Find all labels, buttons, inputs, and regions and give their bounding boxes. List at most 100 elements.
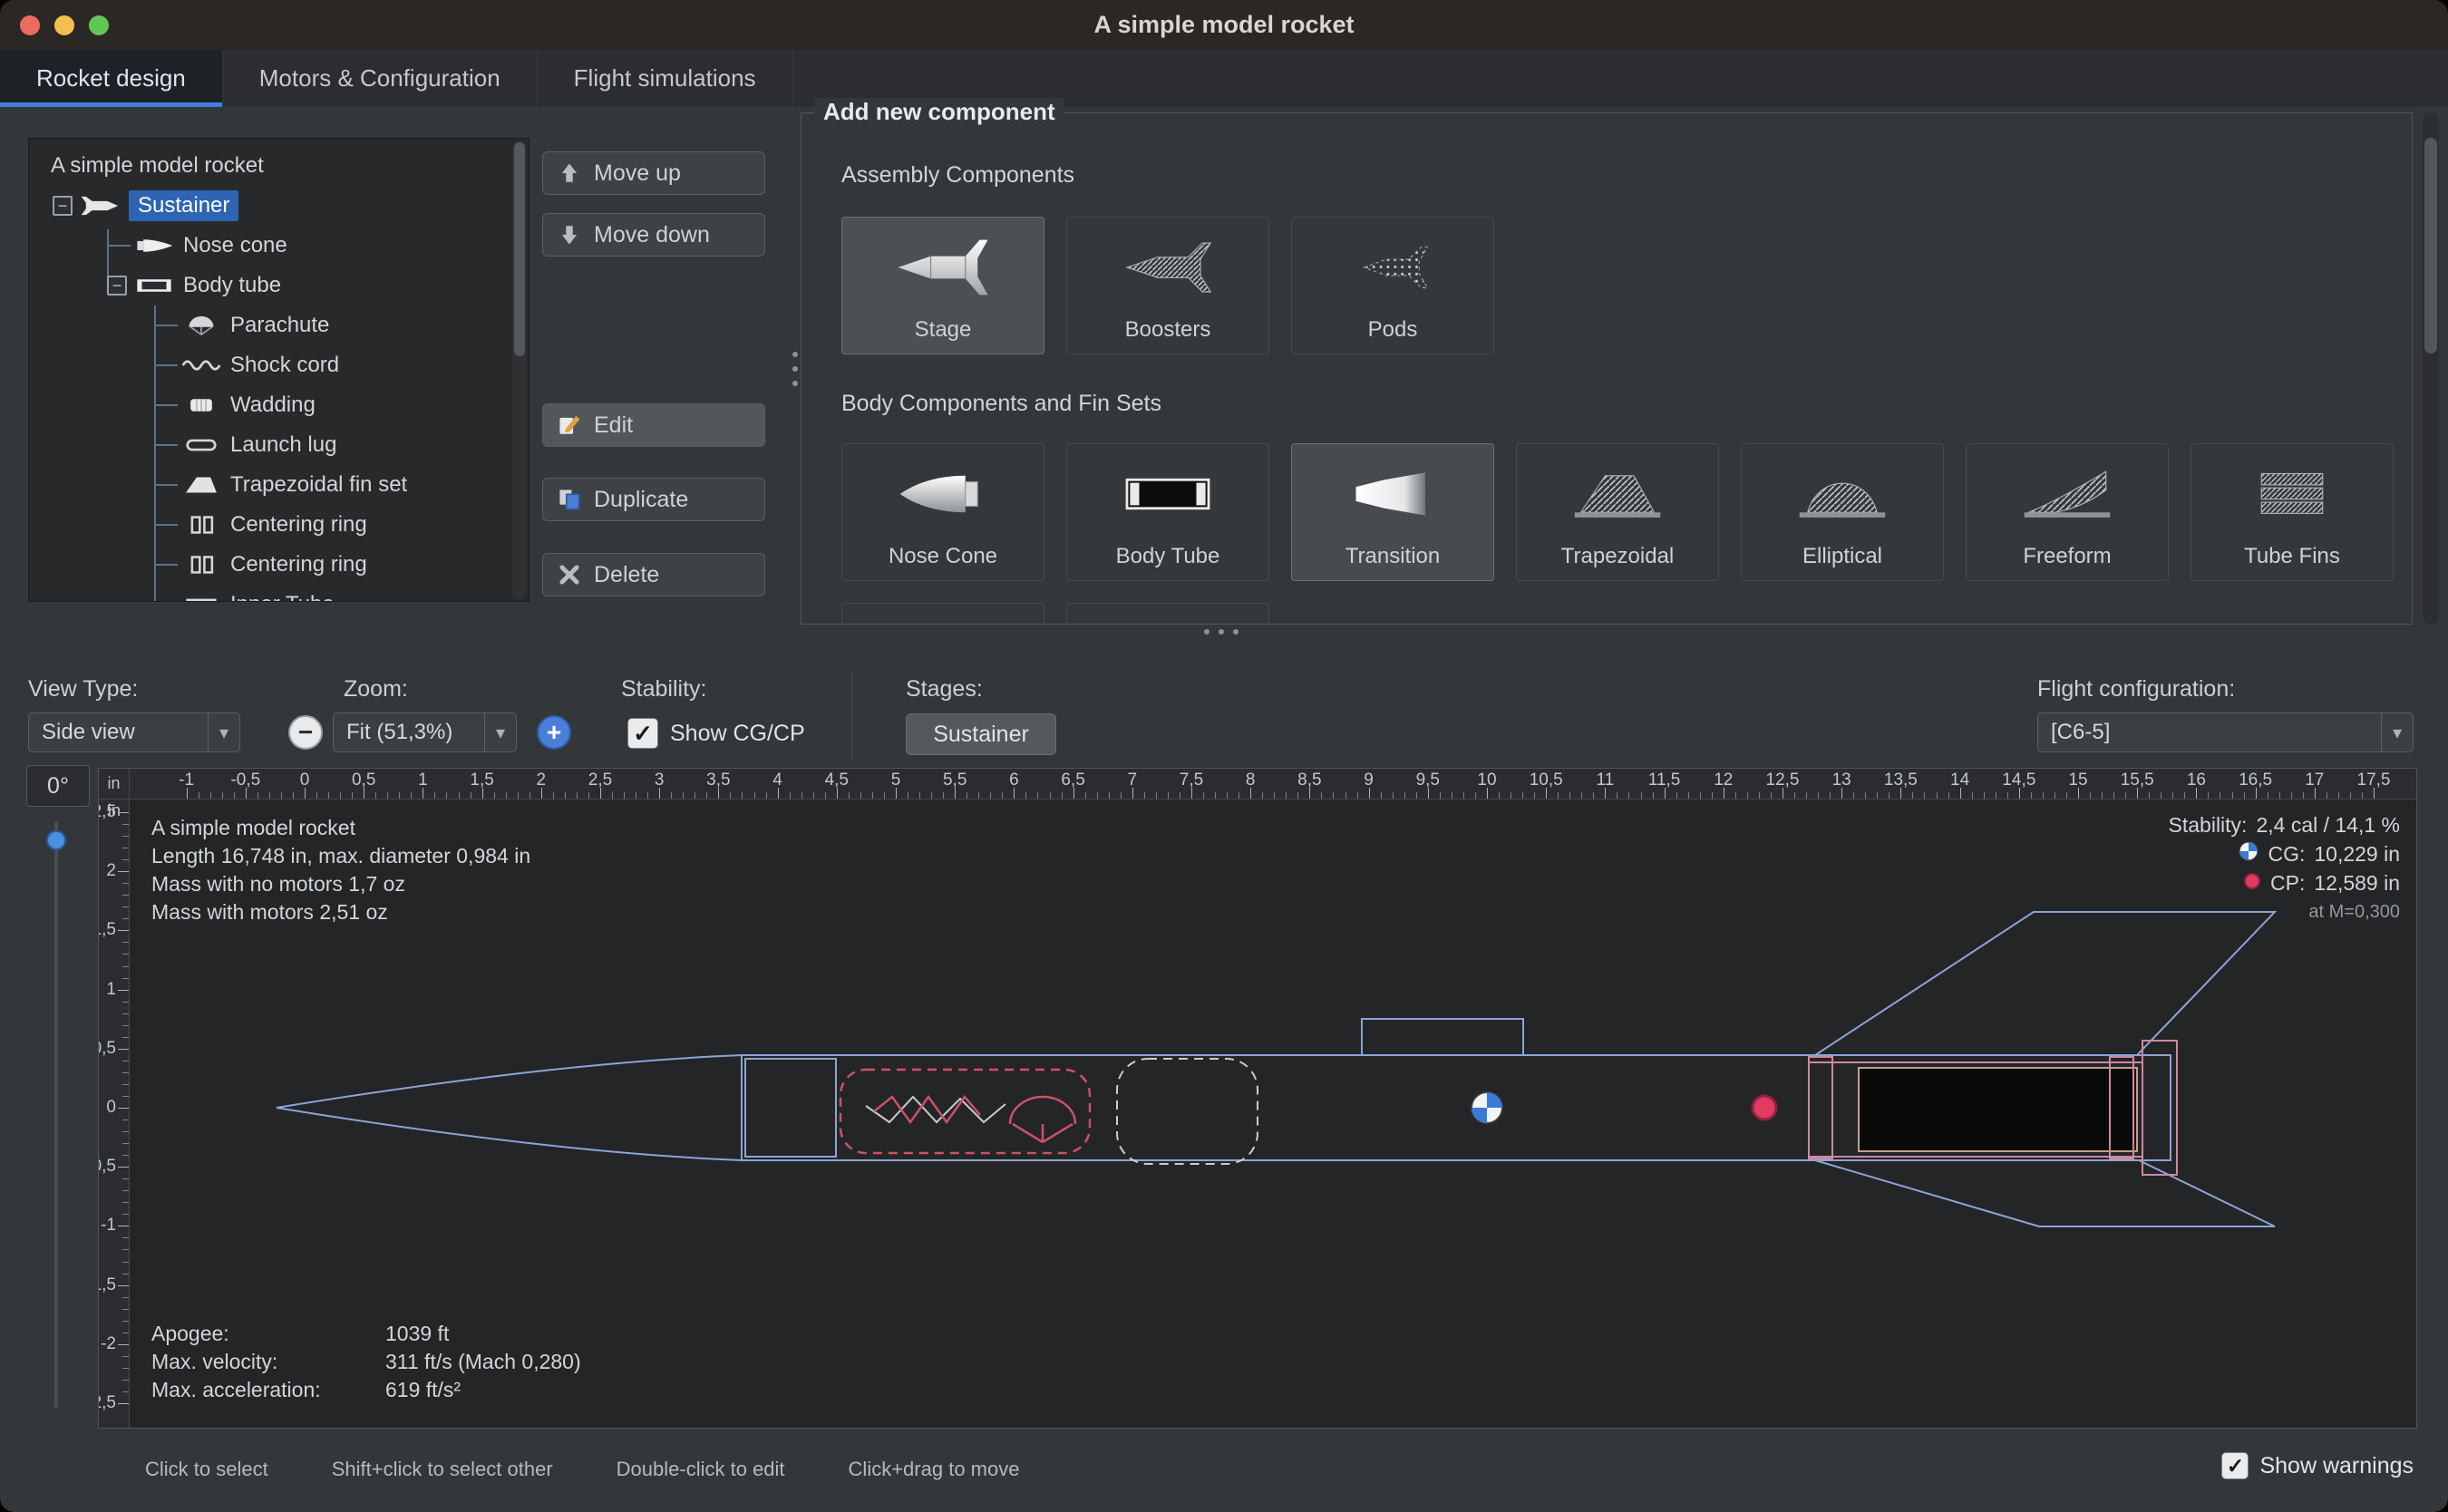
tree-item-sustainer[interactable]: Sustainer [29, 186, 529, 226]
shock-cord-icon [181, 354, 221, 376]
cg-label: CG: [2268, 839, 2305, 868]
button-label: Edit [594, 412, 633, 439]
component-tile-partial[interactable] [1066, 603, 1269, 624]
close-window-button[interactable] [20, 15, 40, 35]
tile-label: Pods [1368, 317, 1418, 343]
traffic-lights [20, 0, 109, 50]
show-cg-cp-checkbox[interactable] [627, 718, 658, 749]
horizontal-splitter-grip[interactable] [1204, 629, 1239, 635]
launch-lug-icon [181, 434, 221, 456]
move-up-button[interactable]: Move up [542, 151, 765, 195]
inner-tube-icon [181, 594, 221, 602]
tree-connector [107, 245, 131, 247]
tree-item-wadding[interactable]: Wadding [29, 385, 529, 425]
component-tile-transition[interactable]: Transition [1291, 443, 1494, 581]
component-tile-tube-fins[interactable]: Tube Fins [2191, 443, 2394, 581]
tree-scrollbar-thumb[interactable] [514, 142, 525, 356]
select-value: Side view [42, 720, 197, 745]
rotation-slider-track[interactable] [54, 821, 58, 1409]
app-window: A simple model rocket Rocket design Moto… [0, 0, 2448, 1512]
tree-item-launch-lug[interactable]: Launch lug [29, 425, 529, 465]
component-tile-elliptical[interactable]: Elliptical [1741, 443, 1944, 581]
tile-label: Body Tube [1116, 544, 1220, 569]
zoom-label: Zoom: [344, 676, 408, 703]
show-cg-cp-label: Show CG/CP [670, 721, 805, 747]
collapse-handle-icon[interactable] [53, 196, 73, 216]
hint-double-click: Double-click to edit [617, 1458, 785, 1481]
ruler-unit-corner: in [99, 769, 130, 800]
freeform-fin-icon [1967, 444, 2168, 544]
show-warnings-checkbox[interactable] [2221, 1452, 2249, 1479]
tree-item-trapezoidal-fin-set[interactable]: Trapezoidal fin set [29, 465, 529, 505]
rocket-info-block: A simple model rocket Length 16,748 in, … [151, 814, 530, 926]
component-tile-trapezoidal[interactable]: Trapezoidal [1516, 443, 1719, 581]
chevron-down-icon: ▾ [484, 713, 516, 751]
panel-scrollbar-thumb[interactable] [2424, 138, 2437, 354]
tree-connector [154, 484, 178, 486]
collapse-handle-icon[interactable] [107, 276, 127, 296]
view-type-select[interactable]: Side view ▾ [28, 712, 240, 752]
tile-label: Boosters [1125, 317, 1211, 343]
rocket-mass-motors: Mass with motors 2,51 oz [151, 898, 530, 926]
tree-item-nose-cone[interactable]: Nose cone [29, 226, 529, 266]
add-component-body: Assembly Components Stage Boosters [801, 113, 2412, 624]
tree-item-label: A simple model rocket [51, 153, 264, 179]
cg-value: 10,229 in [2314, 839, 2400, 868]
tree-item-label: Body tube [183, 273, 281, 298]
tree-item-rocket-root[interactable]: A simple model rocket [29, 146, 529, 186]
apogee-value: 1039 ft [385, 1322, 449, 1345]
panel-scrollbar[interactable] [2423, 112, 2439, 625]
stability-label: Stability: [621, 676, 706, 703]
add-component-panel: Add new component Assembly Components St… [801, 112, 2413, 625]
zoom-select[interactable]: Fit (51,3%) ▾ [333, 712, 517, 752]
window-title: A simple model rocket [1093, 11, 1354, 39]
component-tile-freeform[interactable]: Freeform [1966, 443, 2169, 581]
max-velocity-value: 311 ft/s (Mach 0,280) [385, 1350, 581, 1373]
zoom-in-button[interactable]: + [537, 715, 571, 750]
fullscreen-window-button[interactable] [89, 15, 109, 35]
tree-item-centering-ring-2[interactable]: Centering ring [29, 545, 529, 585]
component-tile-stage[interactable]: Stage [841, 217, 1044, 354]
wadding-icon [181, 394, 221, 416]
tile-label: Stage [915, 317, 972, 343]
cp-marker [1753, 1096, 1776, 1119]
tab-bar: Rocket design Motors & Configuration Fli… [0, 50, 2448, 107]
rocket-view-canvas[interactable]: -1-0,500,511,522,533,544,555,566,577,588… [98, 768, 2417, 1429]
chevron-down-icon: ▾ [2381, 713, 2413, 751]
tree-item-body-tube[interactable]: Body tube [29, 266, 529, 305]
button-label: Duplicate [594, 487, 688, 513]
component-tile-body-tube[interactable]: Body Tube [1066, 443, 1269, 581]
tree-scrollbar[interactable] [512, 141, 527, 599]
tab-flight-simulations[interactable]: Flight simulations [538, 50, 793, 107]
tree-item-label: Wadding [230, 393, 316, 418]
body-tube-icon [134, 275, 174, 296]
tube-fins-icon [2191, 444, 2393, 544]
move-down-button[interactable]: Move down [542, 213, 765, 257]
minimize-window-button[interactable] [54, 15, 74, 35]
duplicate-button[interactable]: Duplicate [542, 478, 765, 521]
stage-toggle-sustainer[interactable]: Sustainer [906, 713, 1056, 755]
flight-configuration-select[interactable]: [C6-5] ▾ [2037, 712, 2414, 752]
component-tile-pods[interactable]: Pods [1291, 217, 1494, 354]
transition-shape-icon [1292, 444, 1493, 544]
boosters-rocket-icon [1067, 218, 1268, 317]
component-tile-boosters[interactable]: Boosters [1066, 217, 1269, 354]
tab-rocket-design[interactable]: Rocket design [0, 50, 223, 107]
pods-rocket-icon [1292, 218, 1493, 317]
tree-item-shock-cord[interactable]: Shock cord [29, 345, 529, 385]
tree-item-centering-ring-1[interactable]: Centering ring [29, 505, 529, 545]
tab-motors-configuration[interactable]: Motors & Configuration [223, 50, 538, 107]
motor [1859, 1068, 2137, 1151]
delete-button[interactable]: Delete [542, 553, 765, 596]
tree-item-parachute[interactable]: Parachute [29, 305, 529, 345]
rocket-mass-empty: Mass with no motors 1,7 oz [151, 870, 530, 898]
component-tile-nose-cone[interactable]: Nose Cone [841, 443, 1044, 581]
edit-button[interactable]: Edit [542, 403, 765, 447]
tree-connector [154, 444, 178, 446]
hint-click-select: Click to select [145, 1458, 268, 1481]
vertical-splitter-grip[interactable] [791, 352, 800, 386]
tree-item-inner-tube[interactable]: Inner Tube [29, 585, 529, 602]
component-tile-partial[interactable] [841, 603, 1044, 624]
zoom-out-button[interactable]: − [288, 715, 323, 750]
rotation-slider-knob[interactable] [46, 830, 66, 850]
